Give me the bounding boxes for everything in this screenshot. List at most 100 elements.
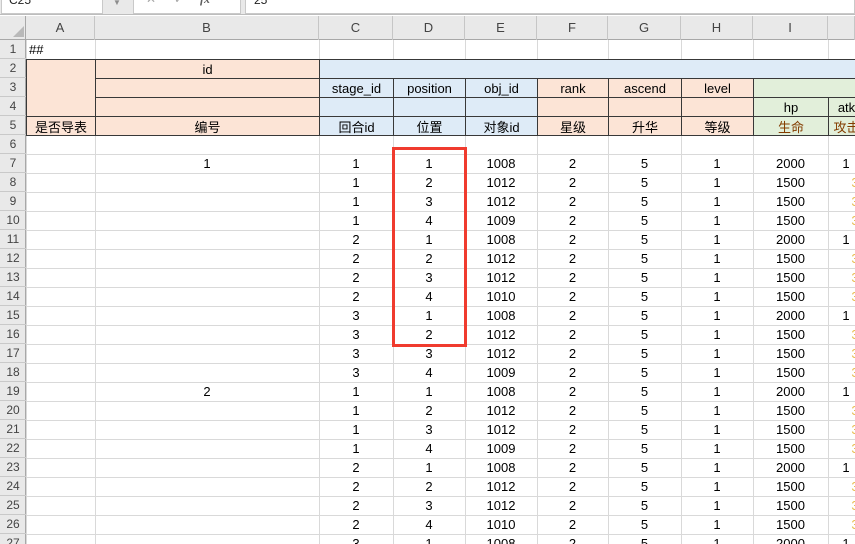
col-header-B[interactable]: B	[95, 16, 319, 40]
cell-F15[interactable]: 2	[537, 306, 608, 325]
cell-G13[interactable]: 5	[608, 268, 681, 287]
cell-D19[interactable]: 1	[393, 382, 465, 401]
cell-J25[interactable]: 3	[828, 496, 855, 515]
cell-I15[interactable]: 2000	[753, 306, 828, 325]
cell-F12[interactable]: 2	[537, 249, 608, 268]
cell-H9[interactable]: 1	[681, 192, 753, 211]
cell-H15[interactable]: 1	[681, 306, 753, 325]
row-header-19[interactable]: 19	[0, 382, 26, 401]
row-header-22[interactable]: 22	[0, 439, 26, 458]
cell-G23[interactable]: 5	[608, 458, 681, 477]
cell-E10[interactable]: 1009	[465, 211, 537, 230]
cell-E5[interactable]: 对象id	[465, 116, 538, 136]
cell-H22[interactable]: 1	[681, 439, 753, 458]
row-header-12[interactable]: 12	[0, 249, 26, 268]
cell-E7[interactable]: 1008	[465, 154, 537, 173]
row-header-8[interactable]: 8	[0, 173, 26, 192]
cell-G20[interactable]: 5	[608, 401, 681, 420]
select-all-button[interactable]	[0, 16, 26, 40]
cell-F14[interactable]: 2	[537, 287, 608, 306]
col-header-D[interactable]: D	[393, 16, 465, 40]
cell-J20[interactable]: 3	[828, 401, 855, 420]
cell-I9[interactable]: 1500	[753, 192, 828, 211]
row-header-13[interactable]: 13	[0, 268, 26, 287]
cell-E23[interactable]: 1008	[465, 458, 537, 477]
row-header-25[interactable]: 25	[0, 496, 26, 515]
cell-I23[interactable]: 2000	[753, 458, 828, 477]
cell-E16[interactable]: 1012	[465, 325, 537, 344]
cell-C22[interactable]: 1	[319, 439, 393, 458]
cell-J11[interactable]: 1	[828, 230, 855, 249]
row-header-15[interactable]: 15	[0, 306, 26, 325]
cell-B7[interactable]: 1	[95, 154, 319, 173]
cell-F24[interactable]: 2	[537, 477, 608, 496]
cell-J15[interactable]: 1	[828, 306, 855, 325]
cell-H25[interactable]: 1	[681, 496, 753, 515]
cell-E14[interactable]: 1010	[465, 287, 537, 306]
cell-G25[interactable]: 5	[608, 496, 681, 515]
cell-C27[interactable]: 3	[319, 534, 393, 544]
cell-E12[interactable]: 1012	[465, 249, 537, 268]
row-header-5[interactable]: 5	[0, 116, 26, 135]
cell-E9[interactable]: 1012	[465, 192, 537, 211]
col-header-C[interactable]: C	[319, 16, 393, 40]
cell-G26[interactable]: 5	[608, 515, 681, 534]
row-header-26[interactable]: 26	[0, 515, 26, 534]
cell-I21[interactable]: 1500	[753, 420, 828, 439]
cell-F17[interactable]: 2	[537, 344, 608, 363]
cell-B5[interactable]: 编号	[95, 116, 320, 136]
cell-E8[interactable]: 1012	[465, 173, 537, 192]
cell-C8[interactable]: 1	[319, 173, 393, 192]
cell-F20[interactable]: 2	[537, 401, 608, 420]
cell-E24[interactable]: 1012	[465, 477, 537, 496]
cell-G12[interactable]: 5	[608, 249, 681, 268]
cell-G19[interactable]: 5	[608, 382, 681, 401]
cell-E3[interactable]: obj_id	[465, 78, 538, 98]
cell-D20[interactable]: 2	[393, 401, 465, 420]
cell-J18[interactable]: 3	[828, 363, 855, 382]
col-header-F[interactable]: F	[537, 16, 608, 40]
row-header-3[interactable]: 3	[0, 78, 26, 97]
cell-G21[interactable]: 5	[608, 420, 681, 439]
cell-D3[interactable]: position	[393, 78, 466, 98]
cell-I5[interactable]: 生命	[753, 116, 829, 136]
row-header-23[interactable]: 23	[0, 458, 26, 477]
cell-G4[interactable]	[608, 97, 682, 117]
cell-B4[interactable]	[95, 97, 320, 117]
cell-G10[interactable]: 5	[608, 211, 681, 230]
cell-E19[interactable]: 1008	[465, 382, 537, 401]
cell-C12[interactable]: 2	[319, 249, 393, 268]
cell-A5[interactable]: 是否导表	[26, 116, 96, 136]
cell-H21[interactable]: 1	[681, 420, 753, 439]
cell-D26[interactable]: 4	[393, 515, 465, 534]
cell-H27[interactable]: 1	[681, 534, 753, 544]
cell-E13[interactable]: 1012	[465, 268, 537, 287]
cell-D24[interactable]: 2	[393, 477, 465, 496]
cell-G17[interactable]: 5	[608, 344, 681, 363]
cell-C5[interactable]: 回合id	[319, 116, 394, 136]
cell-H18[interactable]: 1	[681, 363, 753, 382]
row-header-20[interactable]: 20	[0, 401, 26, 420]
cancel-icon[interactable]: ✕	[146, 0, 156, 7]
cell-C9[interactable]: 1	[319, 192, 393, 211]
cell-H19[interactable]: 1	[681, 382, 753, 401]
cell-E25[interactable]: 1012	[465, 496, 537, 515]
col-header-J[interactable]	[828, 16, 855, 40]
row-header-18[interactable]: 18	[0, 363, 26, 382]
cell-E17[interactable]: 1012	[465, 344, 537, 363]
row-header-6[interactable]: 6	[0, 135, 26, 154]
col-header-A[interactable]: A	[26, 16, 95, 40]
cell-J7[interactable]: 1	[828, 154, 855, 173]
cell-E27[interactable]: 1008	[465, 534, 537, 544]
col-header-I[interactable]: I	[753, 16, 828, 40]
cell-C16[interactable]: 3	[319, 325, 393, 344]
cell-J8[interactable]: 3	[828, 173, 855, 192]
cell-E15[interactable]: 1008	[465, 306, 537, 325]
cell-F13[interactable]: 2	[537, 268, 608, 287]
cell-I14[interactable]: 1500	[753, 287, 828, 306]
cell-G8[interactable]: 5	[608, 173, 681, 192]
name-box-dropdown-icon[interactable]: ▼	[113, 0, 121, 7]
cell-G11[interactable]: 5	[608, 230, 681, 249]
cell-J9[interactable]: 3	[828, 192, 855, 211]
cell-H12[interactable]: 1	[681, 249, 753, 268]
